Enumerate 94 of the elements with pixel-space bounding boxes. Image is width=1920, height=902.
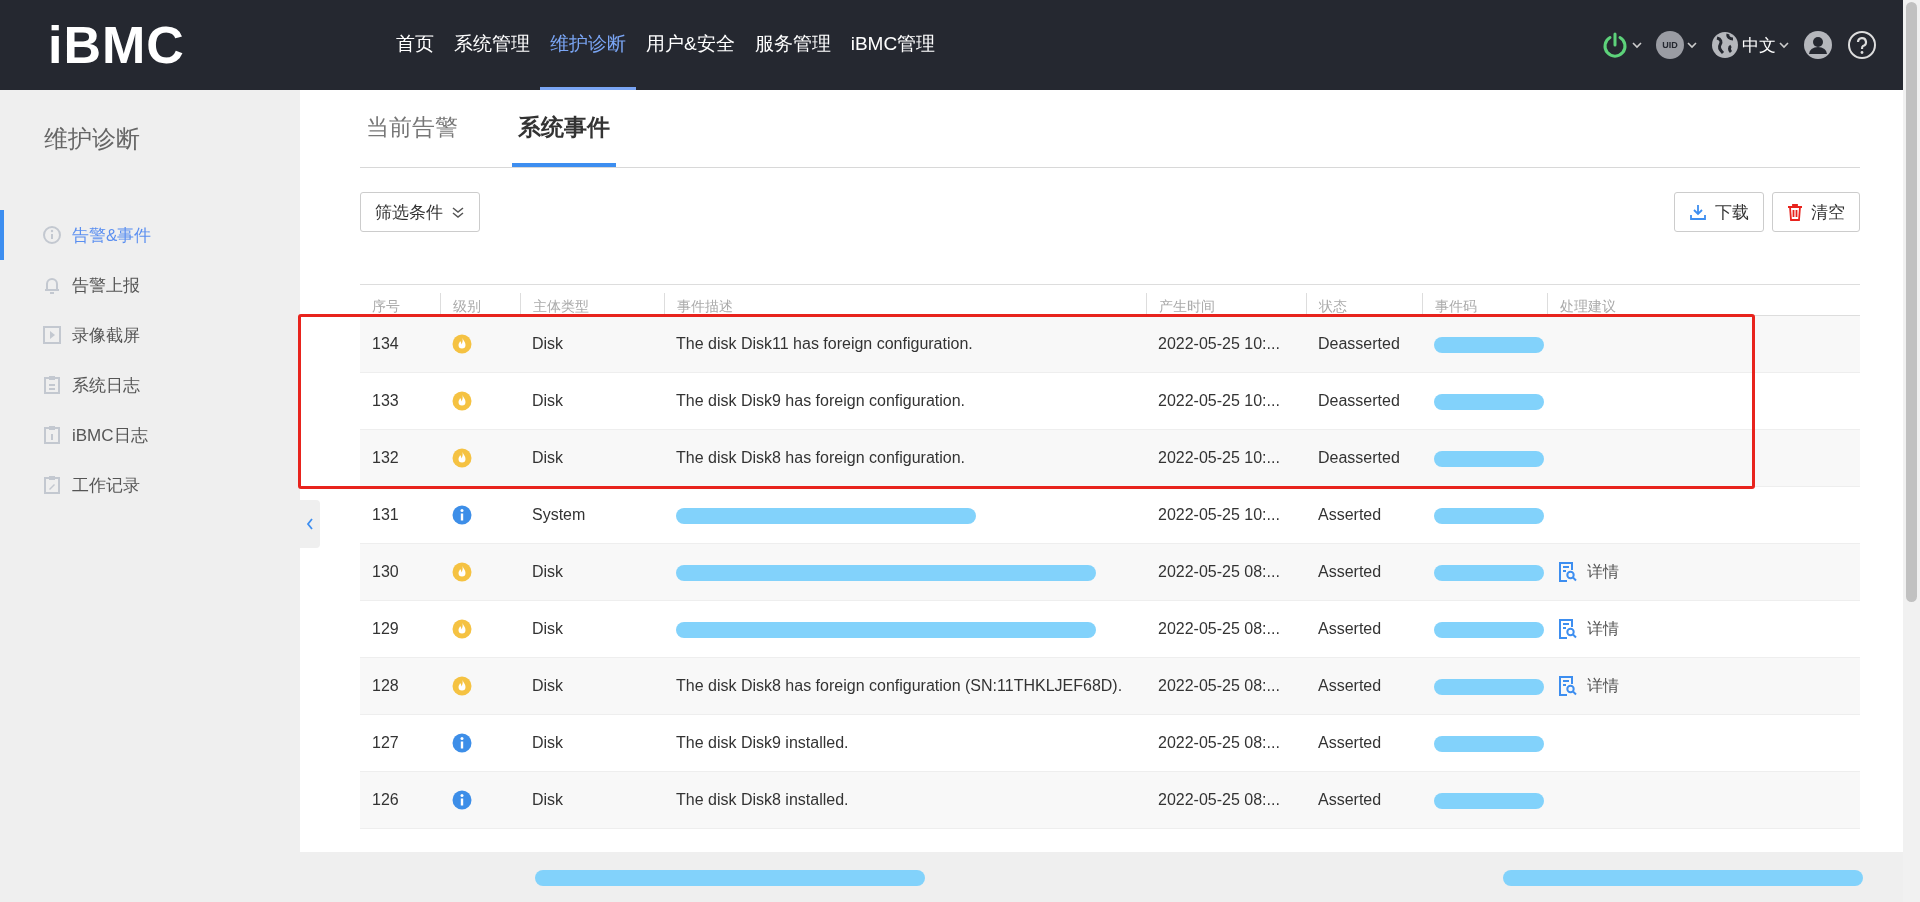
caret-icon [1687, 41, 1697, 49]
table-cell-text: The disk Disk8 has foreign configuration (SN:11THKLJEF68D). [675, 677, 1124, 695]
details-link[interactable]: 详情 [1559, 561, 1619, 583]
table-cell-text: 134 [371, 335, 400, 353]
nav-tab[interactable]: 服务管理 [744, 0, 841, 90]
language-menu[interactable]: 中文 [1711, 31, 1789, 59]
table-cell-text: Disk [531, 791, 565, 809]
sidebar-item[interactable]: 告警上报 [0, 260, 300, 310]
document-search-icon [1559, 676, 1577, 696]
info-icon [42, 225, 62, 245]
column-header: 级别 [440, 293, 520, 315]
nav-tab[interactable]: 用户&安全 [636, 0, 745, 90]
table-cell-text: System [531, 506, 587, 524]
table-cell-text: Disk [531, 563, 565, 581]
logo-text: iBMC [48, 15, 186, 75]
clipboard-icon [42, 375, 62, 395]
table-cell-text: Asserted [1317, 677, 1383, 695]
table-cell-text: Disk [531, 335, 565, 353]
clipboard-icon [42, 475, 62, 495]
table-cell-text: 2022-05-25 08:... [1157, 563, 1281, 581]
nav-tab[interactable]: 系统管理 [444, 0, 540, 90]
document-search-icon [1559, 619, 1577, 639]
caret-icon [1632, 41, 1642, 49]
table-cell-text: 2022-05-25 10:... [1157, 335, 1281, 353]
table-cell-text: The disk Disk11 has foreign configuration. [675, 335, 974, 353]
power-icon [1601, 31, 1629, 59]
table-cell-text: Asserted [1317, 506, 1383, 524]
double-chevron-icon [451, 205, 465, 219]
column-header: 产生时间 [1146, 293, 1306, 315]
download-icon [1689, 203, 1707, 221]
table-cell-text: 128 [371, 677, 400, 695]
nav-tab[interactable]: 首页 [386, 0, 444, 90]
clipboard-icon [42, 425, 62, 445]
table-cell-text: 2022-05-25 10:... [1157, 506, 1281, 524]
document-search-icon [1559, 562, 1577, 582]
caret-icon [1779, 41, 1789, 49]
download-button[interactable]: 下载 [1674, 192, 1764, 232]
globe-icon [1711, 31, 1739, 59]
table-cell-text: 130 [371, 563, 400, 581]
sidebar-item[interactable]: 系统日志 [0, 360, 300, 410]
table-cell-text: Deasserted [1317, 392, 1401, 410]
user-avatar-icon[interactable] [1803, 30, 1833, 60]
table-cell-text: 2022-05-25 10:... [1157, 449, 1281, 467]
table-cell-text: Deasserted [1317, 449, 1401, 467]
table-cell-text: Disk [531, 620, 565, 638]
details-link[interactable]: 详情 [1559, 675, 1619, 697]
filter-dropdown[interactable]: 筛选条件 [360, 192, 480, 232]
table-cell-text: 126 [371, 791, 400, 809]
trash-icon [1787, 203, 1803, 221]
sidebar-item[interactable]: iBMC日志 [0, 410, 300, 460]
column-header: 状态 [1306, 293, 1422, 315]
details-link[interactable]: 详情 [1559, 618, 1619, 640]
table-cell-text: Asserted [1317, 563, 1383, 581]
column-header: 事件码 [1422, 293, 1547, 315]
table-cell-text: The disk Disk9 installed. [675, 734, 850, 752]
help-icon[interactable] [1847, 30, 1877, 60]
table-cell-text: Asserted [1317, 791, 1383, 809]
table-cell-text: 133 [371, 392, 400, 410]
table-cell-text: Disk [531, 449, 565, 467]
scrollbar[interactable] [1903, 0, 1920, 902]
table-cell-text: 131 [371, 506, 400, 524]
column-header: 主体类型 [520, 293, 664, 315]
chevron-left-icon [306, 518, 314, 530]
power-menu[interactable] [1601, 31, 1642, 59]
tab[interactable]: 系统事件 [512, 90, 616, 167]
table-cell-text: Deasserted [1317, 335, 1401, 353]
table-cell-text: 2022-05-25 08:... [1157, 677, 1281, 695]
column-header: 处理建议 [1547, 293, 1860, 315]
table-cell-text: Disk [531, 392, 565, 410]
table-cell-text: 129 [371, 620, 400, 638]
table-cell-text: Disk [531, 734, 565, 752]
table-cell-text: 2022-05-25 08:... [1157, 620, 1281, 638]
table-cell-text: 2022-05-25 08:... [1157, 791, 1281, 809]
nav-tab[interactable]: 维护诊断 [540, 0, 636, 90]
table-cell-text: The disk Disk9 has foreign configuration. [675, 392, 967, 410]
play-icon [42, 325, 62, 345]
sidebar-item[interactable]: 工作记录 [0, 460, 300, 510]
table-cell-text: Asserted [1317, 734, 1383, 752]
table-cell-text: The disk Disk8 installed. [675, 791, 850, 809]
table-cell-text: 2022-05-25 10:... [1157, 392, 1281, 410]
table-cell-text: Disk [531, 677, 565, 695]
nav-tab[interactable]: iBMC管理 [840, 0, 946, 90]
clear-button[interactable]: 清空 [1772, 192, 1860, 232]
table-cell-text: 132 [371, 449, 400, 467]
bell-icon [42, 275, 62, 295]
column-header: 序号 [371, 297, 401, 315]
table-cell-text: Asserted [1317, 620, 1383, 638]
tab[interactable]: 当前告警 [360, 90, 464, 167]
table-cell-text: 127 [371, 734, 400, 752]
column-header: 事件描述 [664, 293, 1146, 315]
table-cell-text: 2022-05-25 08:... [1157, 734, 1281, 752]
sidebar-title: 维护诊断 [43, 124, 141, 154]
sidebar-item[interactable]: 录像截屏 [0, 310, 300, 360]
table-cell-text: The disk Disk8 has foreign configuration. [675, 449, 967, 467]
